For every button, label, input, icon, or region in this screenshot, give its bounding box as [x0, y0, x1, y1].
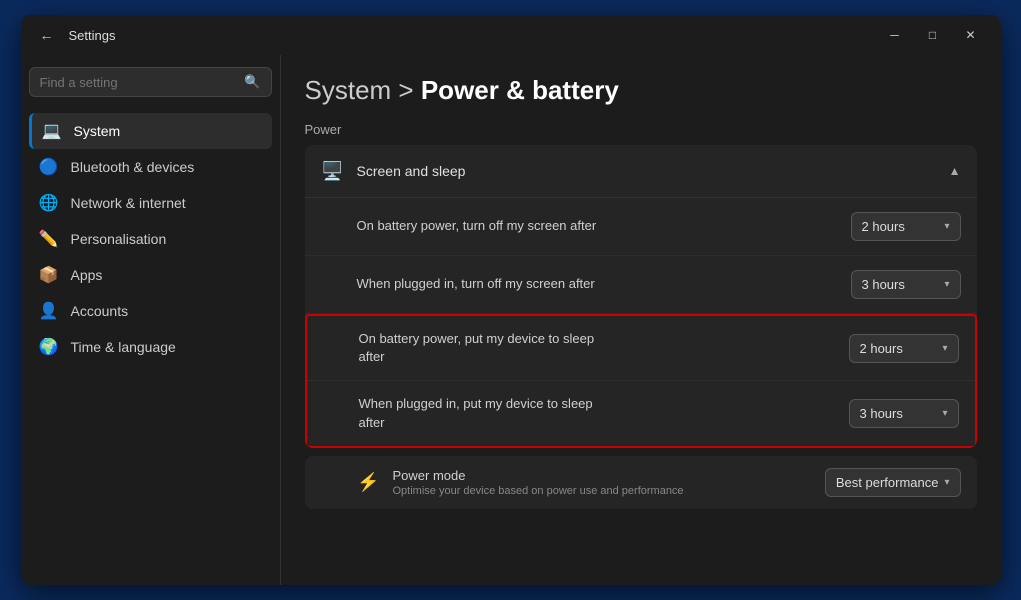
search-icon: 🔍	[244, 74, 260, 90]
sidebar-item-network[interactable]: 🌐 Network & internet	[29, 185, 272, 221]
sidebar-label-apps: Apps	[71, 267, 103, 283]
chevron-down-icon: ▾	[944, 279, 949, 290]
dropdown-value-battery-sleep: 2 hours	[860, 341, 903, 356]
search-input[interactable]	[40, 75, 245, 90]
screen-sleep-card: 🖥️ Screen and sleep ▲ On battery power, …	[305, 145, 977, 448]
window-controls: ─ □ ✕	[877, 21, 989, 49]
sidebar: 🔍 💻 System 🔵 Bluetooth & devices 🌐 Netwo…	[21, 55, 281, 585]
apps-icon: 📦	[39, 265, 59, 285]
sidebar-label-time: Time & language	[71, 339, 176, 355]
content-area: 🔍 💻 System 🔵 Bluetooth & devices 🌐 Netwo…	[21, 55, 1001, 585]
dropdown-battery-sleep[interactable]: 2 hours ▾	[849, 334, 959, 363]
search-box[interactable]: 🔍	[29, 67, 272, 97]
chevron-down-icon: ▾	[942, 408, 947, 419]
system-icon: 💻	[42, 121, 62, 141]
dropdown-value-power-mode: Best performance	[836, 475, 939, 490]
breadcrumb-system: System	[305, 75, 392, 105]
power-mode-left: ⚡ Power mode Optimise your device based …	[357, 468, 825, 497]
screen-sleep-card-header[interactable]: 🖥️ Screen and sleep ▲	[305, 145, 977, 197]
dropdown-value-battery-screen: 2 hours	[862, 219, 905, 234]
sidebar-label-system: System	[74, 123, 121, 139]
sidebar-item-apps[interactable]: 📦 Apps	[29, 257, 272, 293]
power-mode-subtitle: Optimise your device based on power use …	[393, 485, 684, 497]
chevron-down-icon: ▾	[944, 477, 949, 488]
dropdown-battery-screen[interactable]: 2 hours ▾	[851, 212, 961, 241]
card-header-left: 🖥️ Screen and sleep	[321, 159, 466, 183]
dropdown-plugged-sleep[interactable]: 3 hours ▾	[849, 399, 959, 428]
bluetooth-icon: 🔵	[39, 157, 59, 177]
back-button[interactable]: ←	[33, 21, 61, 49]
chevron-up-icon: ▲	[949, 164, 961, 178]
card-body: On battery power, turn off my screen aft…	[305, 197, 977, 448]
chevron-down-icon: ▾	[944, 221, 949, 232]
sidebar-label-network: Network & internet	[71, 195, 186, 211]
minimize-button[interactable]: ─	[877, 21, 913, 49]
power-mode-title: Power mode	[393, 468, 684, 483]
breadcrumb-separator: >	[398, 75, 420, 105]
dropdown-value-plugged-sleep: 3 hours	[860, 406, 903, 421]
page-title: Power & battery	[421, 75, 619, 105]
accounts-icon: 👤	[39, 301, 59, 321]
setting-row-battery-screen: On battery power, turn off my screen aft…	[305, 198, 977, 256]
settings-window: ← Settings ─ □ ✕ 🔍 💻 System	[21, 15, 1001, 585]
sidebar-item-bluetooth[interactable]: 🔵 Bluetooth & devices	[29, 149, 272, 185]
sidebar-item-system[interactable]: 💻 System	[29, 113, 272, 149]
sidebar-item-accounts[interactable]: 👤 Accounts	[29, 293, 272, 329]
sidebar-item-personalisation[interactable]: ✏️ Personalisation	[29, 221, 272, 257]
power-mode-card: ⚡ Power mode Optimise your device based …	[305, 456, 977, 509]
network-icon: 🌐	[39, 193, 59, 213]
dropdown-value-plugged-screen: 3 hours	[862, 277, 905, 292]
title-bar: ← Settings ─ □ ✕	[21, 15, 1001, 55]
chevron-down-icon: ▾	[942, 343, 947, 354]
screen-sleep-icon: 🖥️	[321, 159, 345, 183]
window-title: Settings	[69, 28, 877, 43]
power-mode-text: Power mode Optimise your device based on…	[393, 468, 684, 497]
setting-label-battery-sleep: On battery power, put my device to sleep…	[359, 330, 599, 366]
sidebar-item-time[interactable]: 🌍 Time & language	[29, 329, 272, 365]
sidebar-label-accounts: Accounts	[71, 303, 129, 319]
highlighted-settings-group: On battery power, put my device to sleep…	[305, 314, 977, 448]
close-button[interactable]: ✕	[953, 21, 989, 49]
dropdown-plugged-screen[interactable]: 3 hours ▾	[851, 270, 961, 299]
section-label: Power	[305, 122, 977, 137]
power-mode-row: ⚡ Power mode Optimise your device based …	[305, 456, 977, 509]
setting-label-battery-screen: On battery power, turn off my screen aft…	[357, 217, 597, 235]
sidebar-label-bluetooth: Bluetooth & devices	[71, 159, 195, 175]
dropdown-power-mode[interactable]: Best performance ▾	[825, 468, 961, 497]
personalisation-icon: ✏️	[39, 229, 59, 249]
setting-label-plugged-sleep: When plugged in, put my device to sleep …	[359, 395, 599, 431]
setting-label-plugged-screen: When plugged in, turn off my screen afte…	[357, 275, 595, 293]
page-header: System > Power & battery	[305, 55, 977, 122]
maximize-button[interactable]: □	[915, 21, 951, 49]
setting-row-battery-sleep: On battery power, put my device to sleep…	[307, 316, 975, 381]
time-icon: 🌍	[39, 337, 59, 357]
setting-row-plugged-screen: When plugged in, turn off my screen afte…	[305, 256, 977, 314]
screen-sleep-title: Screen and sleep	[357, 163, 466, 179]
power-mode-icon: ⚡	[357, 470, 381, 494]
sidebar-label-personalisation: Personalisation	[71, 231, 167, 247]
setting-row-plugged-sleep: When plugged in, put my device to sleep …	[307, 381, 975, 445]
main-content: System > Power & battery Power 🖥️ Screen…	[281, 55, 1001, 585]
